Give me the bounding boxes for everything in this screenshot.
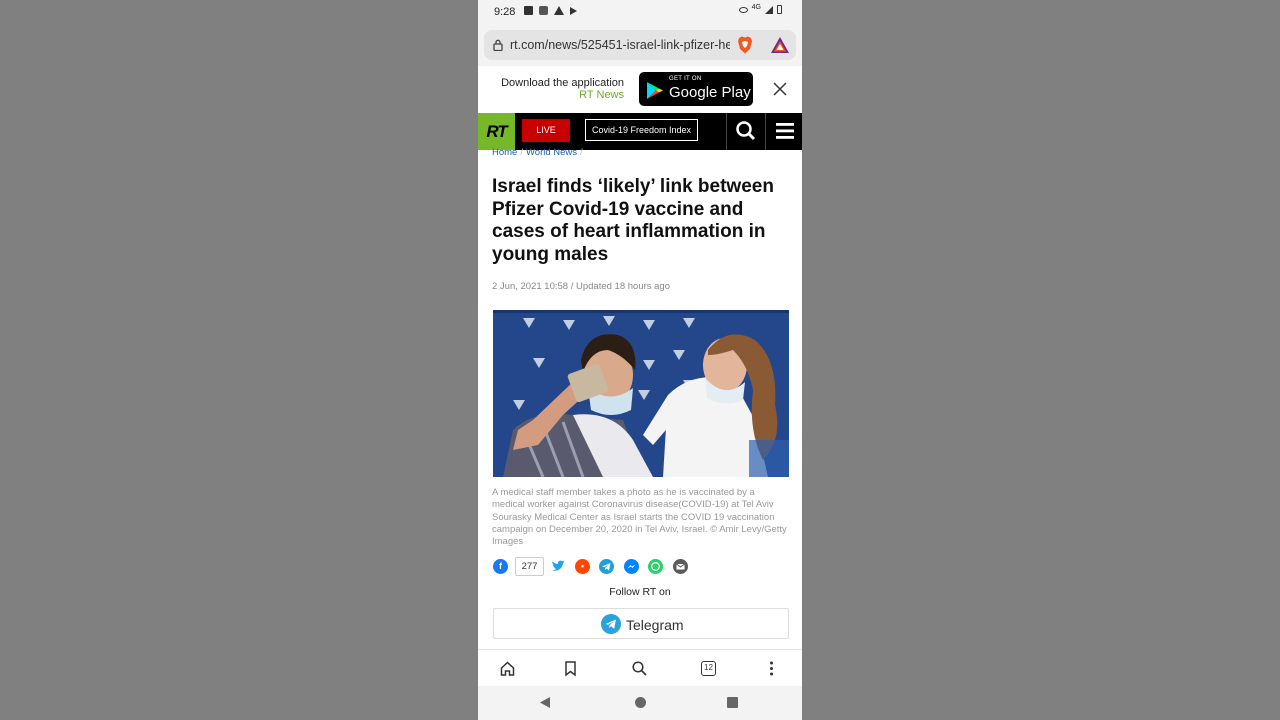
battery-icon [777, 5, 782, 14]
signal-icon [765, 5, 773, 14]
download-app-text: Download the application RT News [501, 77, 624, 101]
google-play-icon [647, 82, 663, 99]
rt-logo[interactable]: RT [478, 113, 515, 150]
follow-telegram-button[interactable]: Telegram [493, 608, 789, 639]
whatsapp-icon[interactable] [648, 559, 663, 574]
get-it-on-label: GET IT ON [669, 76, 702, 82]
article-headline: Israel finds ‘likely’ link between Pfize… [492, 176, 774, 265]
twitter-icon[interactable] [551, 559, 566, 574]
browser-address-area: rt.com/news/525451-israel-link-pfizer-he… [478, 26, 802, 66]
browser-toolbar: 12 [478, 649, 802, 686]
email-icon[interactable] [673, 559, 688, 574]
search-icon[interactable] [631, 660, 648, 677]
telegram-icon[interactable] [599, 559, 614, 574]
google-play-button[interactable]: GET IT ON Google Play [639, 72, 753, 106]
facebook-icon[interactable]: f [493, 559, 508, 574]
system-icons: 4G [738, 4, 782, 14]
image-notification-icon [524, 6, 533, 15]
brave-rewards-icon[interactable] [770, 36, 790, 54]
eye-comfort-icon [738, 6, 748, 13]
breadcrumb-world-news[interactable]: World News [526, 147, 577, 158]
network-type: 4G [751, 4, 761, 11]
recent-apps-button[interactable] [727, 697, 738, 708]
home-icon[interactable] [499, 660, 516, 677]
download-label: Download the application [501, 77, 624, 89]
telegram-icon [601, 614, 621, 634]
messenger-icon[interactable] [624, 559, 639, 574]
more-options-icon[interactable] [763, 660, 780, 677]
google-play-label: Google Play [669, 84, 751, 101]
brave-shields-icon[interactable] [735, 35, 755, 55]
article-photo[interactable] [493, 310, 789, 477]
telegram-label: Telegram [626, 617, 684, 633]
notification-icons [524, 6, 577, 15]
bookmark-icon[interactable] [562, 660, 579, 677]
hamburger-menu-icon [776, 123, 794, 139]
vaccination-photo-image [493, 310, 789, 477]
article-dateline: 2 Jun, 2021 10:58 / Updated 18 hours ago [492, 281, 670, 292]
status-time: 9:28 [494, 6, 516, 18]
lock-icon [493, 39, 503, 51]
phone-screen: 9:28 4G rt.com/news/525451-israel-link-p… [478, 0, 802, 720]
back-icon[interactable] [539, 696, 551, 709]
status-bar: 9:28 4G [478, 0, 802, 26]
drive-notification-icon [554, 6, 564, 15]
breadcrumb-home[interactable]: Home [492, 147, 517, 158]
covid-freedom-index-button[interactable]: Covid-19 Freedom Index [585, 119, 698, 141]
site-search-button[interactable] [726, 113, 764, 150]
reddit-icon[interactable]: • [575, 559, 590, 574]
url-text[interactable]: rt.com/news/525451-israel-link-pfizer-he… [510, 38, 730, 52]
site-header: RT LIVE Covid-19 Freedom Index [478, 113, 802, 150]
close-icon[interactable] [772, 81, 788, 97]
app-name: RT News [579, 89, 624, 101]
photo-caption: A medical staff member takes a photo as … [492, 487, 787, 548]
breadcrumb: Home / World News / [492, 147, 583, 158]
system-navigation-bar [478, 686, 802, 720]
follow-rt-label: Follow RT on [609, 586, 671, 598]
search-icon [736, 121, 756, 141]
facebook-share-count: 277 [515, 557, 544, 576]
site-menu-button[interactable] [765, 113, 802, 150]
address-bar[interactable]: rt.com/news/525451-israel-link-pfizer-he… [484, 30, 796, 60]
live-button[interactable]: LIVE [522, 119, 570, 142]
home-button[interactable] [635, 697, 646, 708]
tab-switcher-button[interactable]: 12 [701, 661, 716, 676]
file-notification-icon [539, 6, 548, 15]
app-download-banner: Download the application RT News GET IT … [478, 66, 802, 113]
play-notification-icon [570, 7, 577, 15]
share-bar: f 277 • [493, 557, 793, 577]
